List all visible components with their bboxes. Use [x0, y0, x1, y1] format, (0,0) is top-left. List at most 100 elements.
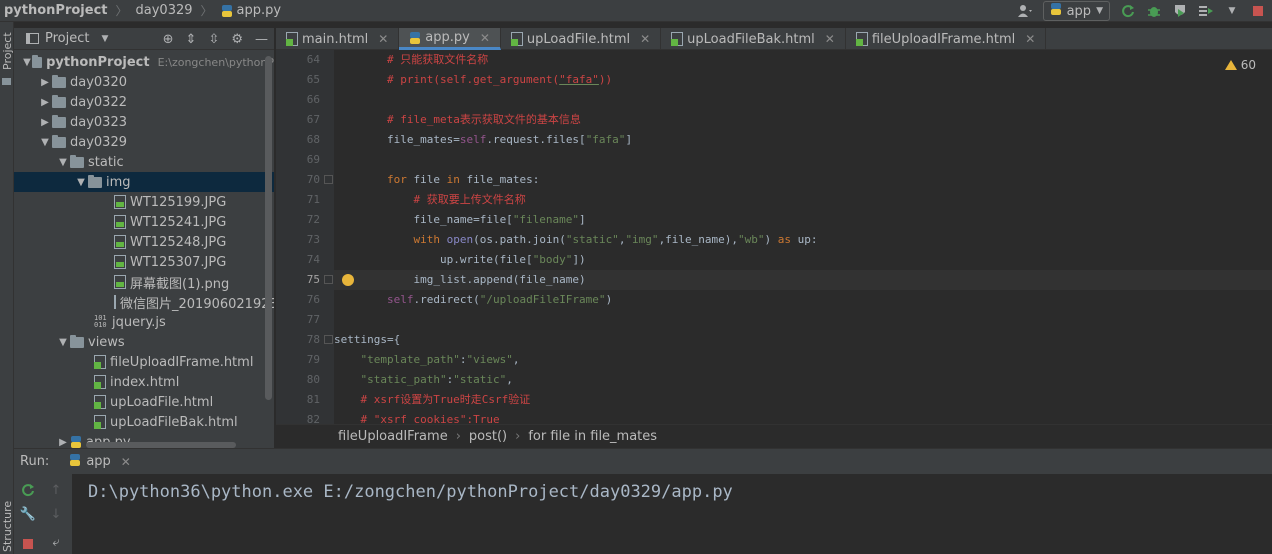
code-crumb-class[interactable]: fileUploadIFrame [338, 429, 448, 444]
breadcrumb-project[interactable]: pythonProject [0, 0, 112, 22]
folder-icon [52, 134, 66, 148]
breadcrumb-separator: › [515, 429, 521, 444]
tree-item-label: static [88, 154, 124, 170]
tree-item-file[interactable]: upLoadFile.html [14, 392, 274, 412]
chevron-down-icon[interactable]: ▼ [38, 137, 52, 148]
tab-fileuploadiframe-html[interactable]: fileUploadIFrame.html ✕ [846, 28, 1047, 50]
user-icon[interactable] [1017, 3, 1033, 19]
image-file-icon [114, 255, 126, 269]
close-icon[interactable]: ✕ [640, 32, 650, 46]
tree-item-file[interactable]: upLoadFileBak.html [14, 412, 274, 432]
chevron-down-icon[interactable]: ▼ [22, 57, 32, 68]
tree-vertical-scrollbar[interactable] [265, 56, 272, 400]
inspection-widget[interactable]: 60 [1224, 58, 1256, 72]
tree-item-file[interactable]: WT125199.JPG [14, 192, 274, 212]
tab-main-html[interactable]: main.html ✕ [276, 28, 400, 50]
arrow-down-icon[interactable]: ↓ [48, 506, 64, 522]
tree-item-file[interactable]: WT125248.JPG [14, 232, 274, 252]
close-icon[interactable]: ✕ [378, 32, 388, 46]
breadcrumb-folder[interactable]: day0329 [132, 0, 197, 22]
html-file-icon [94, 395, 106, 409]
project-tool-window-tab[interactable]: Project [1, 32, 14, 70]
gear-icon[interactable]: ⚙ [231, 32, 243, 47]
html-file-icon [510, 32, 523, 46]
run-configuration-select[interactable]: app ▼ [1042, 1, 1110, 21]
chevron-right-icon[interactable]: ▶ [56, 437, 70, 448]
tree-item-day0322[interactable]: ▶ day0322 [14, 92, 274, 112]
chevron-right-icon[interactable]: ▶ [38, 77, 52, 88]
tab-app-py[interactable]: app.py ✕ [399, 28, 501, 50]
tree-item-file[interactable]: WT125241.JPG [14, 212, 274, 232]
code-crumb-block[interactable]: for file in file_mates [528, 429, 657, 444]
fold-marker[interactable] [324, 335, 333, 344]
coverage-icon[interactable] [1172, 3, 1188, 19]
chevron-right-icon[interactable]: ▶ [38, 97, 52, 108]
code-crumb-method[interactable]: post() [469, 429, 507, 444]
structure-tool-window-tab[interactable]: Structure [1, 501, 14, 552]
breadcrumb-separator: 〉 [115, 4, 128, 18]
tree-item-file[interactable]: index.html [14, 372, 274, 392]
breadcrumb-separator: 〉 [200, 4, 213, 18]
line-number: 73 [306, 233, 320, 246]
close-icon[interactable]: ✕ [480, 31, 490, 45]
minimize-icon[interactable]: — [255, 32, 268, 47]
line-number: 77 [306, 313, 320, 326]
intention-bulb-icon[interactable] [342, 274, 354, 286]
project-panel-title[interactable]: Project [45, 31, 89, 46]
profile-icon[interactable] [1198, 3, 1214, 19]
close-icon[interactable]: ✕ [825, 32, 835, 46]
close-icon[interactable]: ✕ [121, 455, 131, 469]
chevron-right-icon[interactable]: ▶ [38, 117, 52, 128]
tree-item-day0323[interactable]: ▶ day0323 [14, 112, 274, 132]
arrow-up-icon[interactable]: ↑ [48, 482, 64, 498]
collapse-all-icon[interactable]: ⇳ [208, 32, 219, 47]
expand-all-icon[interactable]: ⇕ [186, 32, 197, 47]
chevron-down-icon[interactable]: ▼ [56, 337, 70, 348]
crosshair-icon[interactable]: ⊕ [163, 32, 174, 47]
code-editor[interactable]: 64 65 66 67 68 69 70 71 72 73 74 75 76 7… [276, 50, 1272, 424]
chevron-down-icon[interactable]: ▼ [74, 177, 88, 188]
console-output: D:\python36\python.exe E:/zongchen/pytho… [88, 482, 733, 502]
tree-item-views[interactable]: ▼ views [14, 332, 274, 352]
tree-item-file[interactable]: fileUploadIFrame.html [14, 352, 274, 372]
code-line: # xsrf设置为True时走Csrf验证 [360, 393, 531, 406]
run-toolbar: ↑ 🔧 ↓ ⤶ [14, 474, 72, 554]
tab-uploadfile-html[interactable]: upLoadFile.html ✕ [501, 28, 662, 50]
close-icon[interactable]: ✕ [1025, 32, 1035, 46]
code-line: # file_meta表示获取文件的基本信息 [386, 113, 581, 126]
editor-tabs: main.html ✕ app.py ✕ upLoadFile.html ✕ u… [276, 28, 1272, 50]
fold-marker[interactable] [324, 175, 333, 184]
code-line: # print(self.get_argument("fafa")) [386, 73, 613, 86]
project-panel-tools: ⊕ ⇕ ⇳ ⚙ — [163, 28, 268, 50]
tab-uploadfilebak-html[interactable]: upLoadFileBak.html ✕ [661, 28, 846, 50]
wrench-icon[interactable]: 🔧 [20, 506, 36, 522]
rerun-icon[interactable] [20, 482, 36, 498]
soft-wrap-icon[interactable]: ⤶ [48, 534, 64, 550]
tree-item-img[interactable]: ▼ img [14, 172, 274, 192]
tree-item-root[interactable]: ▼ pythonProject E:\zongchen\pythonP [14, 52, 274, 72]
fold-marker[interactable] [324, 275, 333, 284]
tree-item-static[interactable]: ▼ static [14, 152, 274, 172]
stop-icon[interactable] [1250, 3, 1266, 19]
code-line: for file in file_mates: [386, 173, 540, 186]
tree-item-file[interactable]: WT125307.JPG [14, 252, 274, 272]
tree-item-day0320[interactable]: ▶ day0320 [14, 72, 274, 92]
tree-item-file[interactable]: 101 010 jquery.js [14, 312, 274, 332]
tab-label: upLoadFile.html [526, 31, 631, 47]
tree-item-label: pythonProject [46, 54, 150, 70]
rerun-icon[interactable] [1120, 3, 1136, 19]
run-tab-app[interactable]: app ✕ [63, 449, 137, 475]
debug-icon[interactable] [1146, 3, 1162, 19]
chevron-down-icon[interactable]: ▼ [1224, 3, 1240, 19]
run-console[interactable]: D:\python36\python.exe E:/zongchen/pytho… [72, 474, 1272, 554]
tree-item-day0329[interactable]: ▼ day0329 [14, 132, 274, 152]
tree-item-file[interactable]: 微信图片_2019060219233 [14, 292, 274, 312]
tree-item-file[interactable]: 屏幕截图(1).png [14, 272, 274, 292]
tree-item-label: day0329 [70, 134, 127, 150]
line-number: 76 [306, 293, 320, 306]
chevron-down-icon[interactable]: ▼ [101, 34, 108, 44]
stop-icon[interactable] [20, 536, 36, 552]
chevron-down-icon[interactable]: ▼ [56, 157, 70, 168]
tree-item-label: day0323 [70, 114, 127, 130]
breadcrumb-file[interactable]: app.py [217, 0, 286, 22]
